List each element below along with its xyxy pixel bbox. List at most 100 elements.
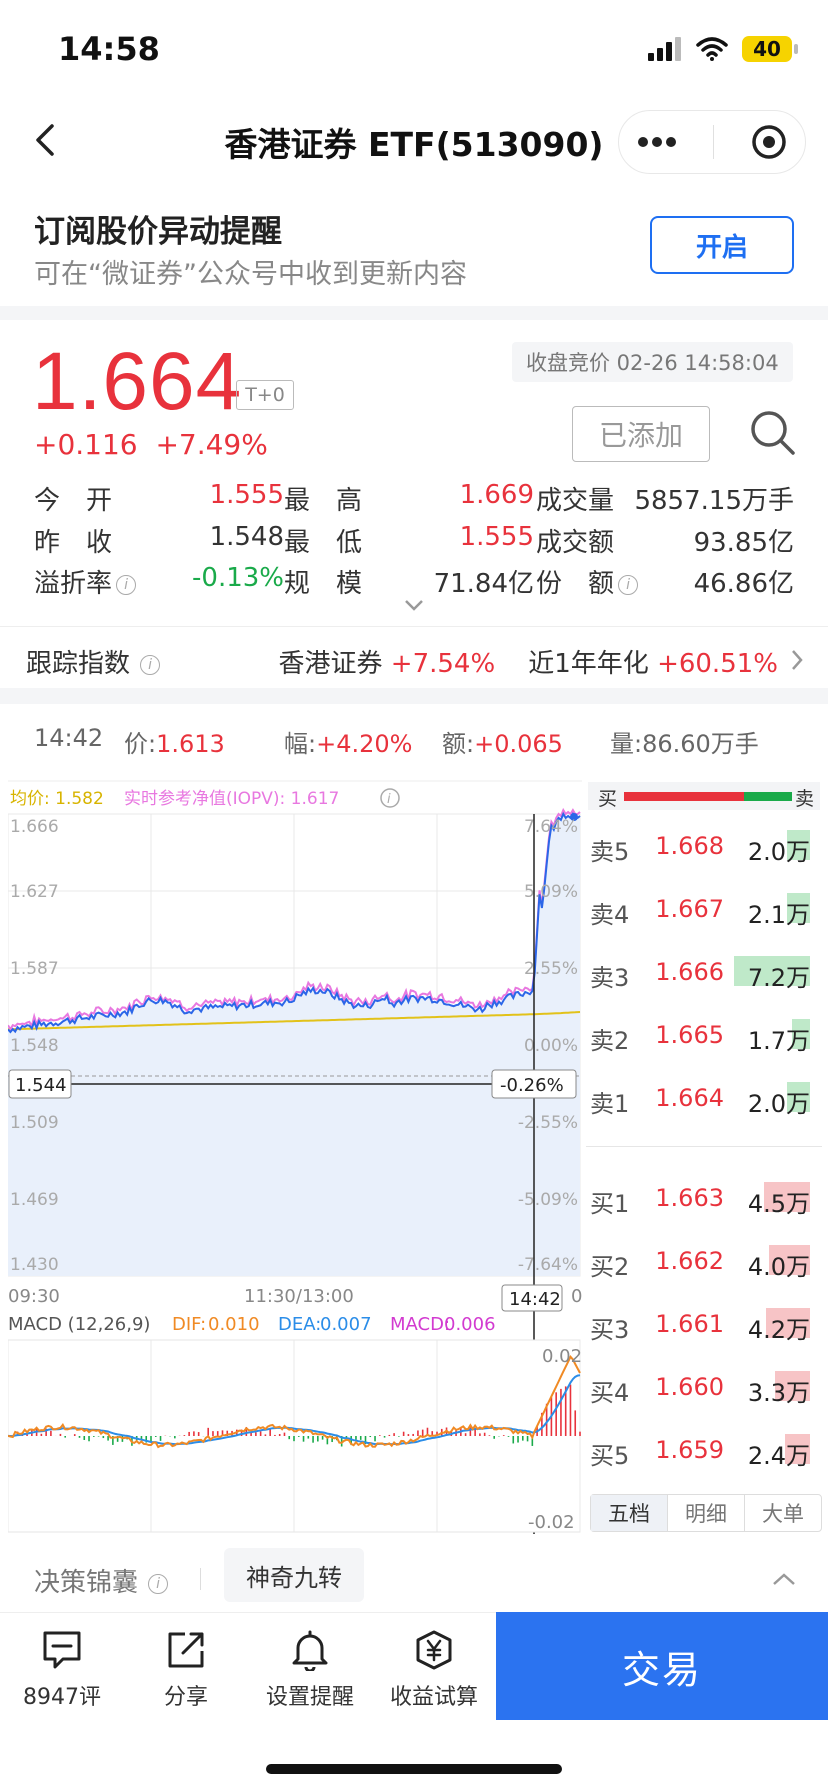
subscribe-button[interactable]: 开启 <box>650 216 794 274</box>
ask-row[interactable]: 卖4 1.667 2.1万 <box>588 889 820 929</box>
nine-turn-chip[interactable]: 神奇九转 <box>224 1548 364 1602</box>
bell-icon <box>292 1630 328 1671</box>
pct-tick: -5.09% <box>518 1190 578 1210</box>
readout-volume: 量:86.60万手 <box>610 724 759 759</box>
more-icon[interactable] <box>637 136 677 148</box>
set-alert-button[interactable]: 设置提醒 <box>250 1629 370 1711</box>
subscribe-desc: 可在“微证券”公众号中收到更新内容 <box>34 259 467 290</box>
time-tick: 09:30 <box>8 1286 60 1307</box>
bid-row[interactable]: 买1 1.663 4.5万 <box>588 1178 820 1218</box>
info-icon[interactable]: i <box>140 655 161 675</box>
readout-volume-value: 86.60万手 <box>642 730 759 758</box>
bid-volume: 4.5万 <box>747 1190 810 1218</box>
pct-tick: 7.64% <box>524 817 578 837</box>
bid-price: 1.661 <box>655 1310 724 1338</box>
macd-bottom-tick: -0.02 <box>528 1512 575 1533</box>
bid-row[interactable]: 买4 1.660 3.3万 <box>588 1367 820 1407</box>
scale-label: 规 模 <box>284 569 363 599</box>
low-value: 1.555 <box>459 522 534 552</box>
price-tick: 1.587 <box>10 959 59 979</box>
avg-price-label: 均价: 1.582 <box>10 789 104 809</box>
annual-label: 近1年年化 <box>528 649 649 679</box>
bid-price: 1.662 <box>655 1247 724 1275</box>
cursor-pct: -0.26% <box>500 1075 564 1096</box>
tab-big-orders[interactable]: 大单 <box>745 1495 821 1531</box>
ask-row[interactable]: 卖5 1.668 2.0万 <box>588 826 820 866</box>
decision-label-text: 决策锦囊 <box>34 1568 139 1598</box>
macd-value: 0.006 <box>444 1314 496 1335</box>
iopv-label: 实时参考净值(IOPV): 1.617 <box>124 789 339 809</box>
index-name: 香港证券 <box>278 649 383 679</box>
open-value: 1.555 <box>209 480 284 510</box>
time-tick: 11:30/13:00 <box>244 1286 354 1307</box>
readout-price-value: 1.613 <box>156 730 225 758</box>
ask-row[interactable]: 卖1 1.664 2.0万 <box>588 1078 820 1118</box>
readout-range: 幅:+4.20% <box>284 724 412 759</box>
ask-price: 1.667 <box>655 895 724 923</box>
tracking-index-label: 跟踪指数 i <box>26 643 161 680</box>
prev-close-value: 1.548 <box>209 522 284 552</box>
chevron-down-icon[interactable] <box>404 598 424 612</box>
readout-time: 14:42 <box>34 724 104 752</box>
info-icon[interactable]: i <box>380 788 400 808</box>
dif-value: 0.010 <box>208 1314 260 1335</box>
chevron-right-icon[interactable] <box>790 649 804 671</box>
volume-label: 成交量 <box>536 486 615 516</box>
readout-amount-value: +0.065 <box>474 730 563 758</box>
buy-ratio-bar <box>624 792 744 801</box>
tracking-index-row[interactable]: 跟踪指数 i 香港证券 +7.54% 近1年年化 +60.51% <box>0 626 828 688</box>
ask-price: 1.664 <box>655 1084 724 1112</box>
ask-volume: 7.2万 <box>747 964 810 992</box>
home-indicator <box>266 1764 562 1774</box>
pct-tick: -7.64% <box>518 1255 578 1275</box>
bid-volume: 2.4万 <box>747 1442 810 1470</box>
pct-tick: 2.55% <box>524 959 578 979</box>
intraday-chart[interactable]: 均价: 1.582 实时参考净值(IOPV): 1.617 i 1.666 7.6… <box>8 780 582 1534</box>
bid-row[interactable]: 买3 1.661 4.2万 <box>588 1304 820 1344</box>
book-buy-label: 买 <box>598 788 618 810</box>
change-pct: +7.49% <box>155 428 268 461</box>
premium-value: -0.13% <box>192 563 284 593</box>
close-target-icon[interactable] <box>751 124 787 160</box>
ask-volume: 2.1万 <box>747 901 810 929</box>
tab-five-level[interactable]: 五档 <box>591 1495 668 1531</box>
search-icon[interactable] <box>748 408 796 456</box>
price-change: +0.116 +7.49% <box>34 428 268 461</box>
time-tick: 0 <box>571 1286 582 1307</box>
tab-detail[interactable]: 明细 <box>668 1495 745 1531</box>
capsule-divider <box>713 125 715 159</box>
bid-row[interactable]: 买2 1.662 4.0万 <box>588 1241 820 1281</box>
bid-row[interactable]: 买5 1.659 2.4万 <box>588 1430 820 1470</box>
trade-button[interactable]: 交易 <box>496 1612 828 1720</box>
high-value: 1.669 <box>459 480 534 510</box>
cursor-time: 14:42 <box>509 1289 561 1310</box>
price-tick: 1.627 <box>10 882 59 902</box>
svg-text:i: i <box>387 792 391 807</box>
index-change: +7.54% <box>390 649 496 679</box>
ask-row[interactable]: 卖2 1.665 1.7万 <box>588 1015 820 1055</box>
watchlist-added-button[interactable]: 已添加 <box>572 406 710 462</box>
info-icon[interactable]: i <box>116 575 137 595</box>
high-label: 最 高 <box>284 486 363 516</box>
battery-icon: 40 <box>742 36 798 62</box>
profit-calc-button[interactable]: 收益试算 <box>374 1629 494 1711</box>
comments-count: 8947评 <box>23 1685 101 1710</box>
price-tick: 1.430 <box>10 1255 59 1275</box>
ask-row[interactable]: 卖3 1.666 7.2万 <box>588 952 820 992</box>
decision-label: 决策锦囊 i <box>34 1562 169 1599</box>
readout-range-value: +4.20% <box>316 730 413 758</box>
share-button[interactable]: 分享 <box>126 1629 246 1711</box>
macd-params: MACD (12,26,9) <box>8 1314 150 1335</box>
decision-row: 决策锦囊 i 神奇九转 <box>0 1540 828 1612</box>
book-header: 买 卖 <box>588 782 820 810</box>
pct-tick: 0.00% <box>524 1036 578 1056</box>
macd-label: MACD: <box>390 1314 450 1335</box>
order-book-tabs: 五档 明细 大单 <box>590 1494 822 1532</box>
yen-coin-icon <box>416 1630 452 1670</box>
price-tick: 1.666 <box>10 817 59 837</box>
chevron-up-icon[interactable] <box>772 1572 796 1586</box>
readout-price-label: 价: <box>124 730 157 758</box>
comments-button[interactable]: 8947评 <box>2 1629 122 1711</box>
info-icon[interactable]: i <box>148 1574 169 1594</box>
macd-top-tick: 0.02 <box>542 1346 582 1367</box>
